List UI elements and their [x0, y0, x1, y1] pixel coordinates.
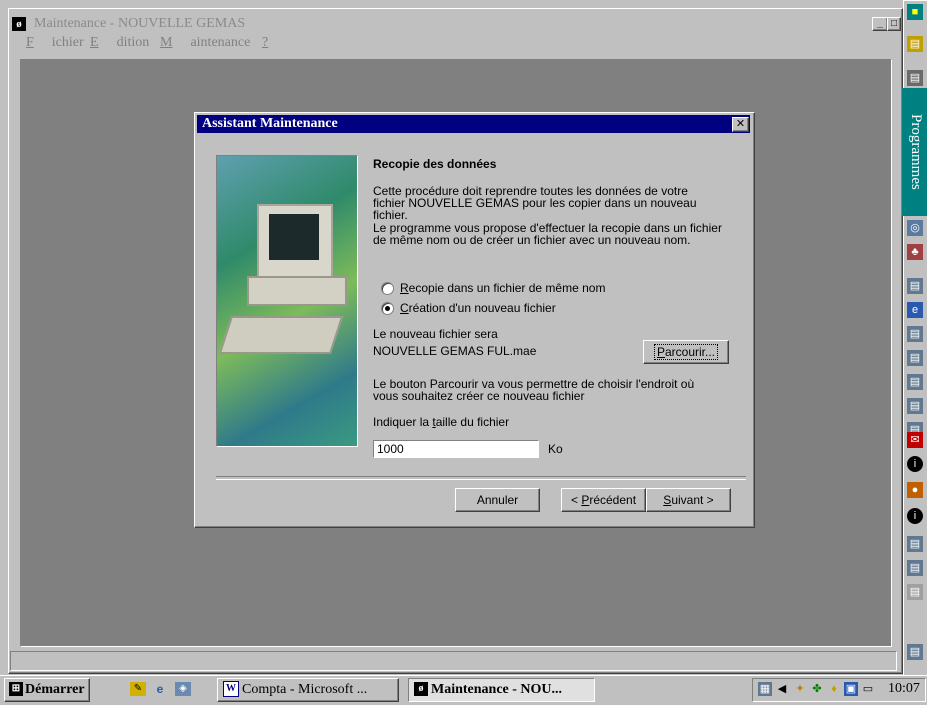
app-shortcut-icon[interactable]: ▤	[907, 374, 923, 390]
app-icon: ø	[414, 681, 428, 696]
info-icon[interactable]: i	[907, 456, 923, 472]
file-size-input[interactable]	[373, 440, 539, 458]
status-bar	[10, 651, 897, 671]
monitor-icon[interactable]: ▭	[861, 682, 875, 696]
radio-same-name-label[interactable]: Recopie dans un fichier de même nom	[400, 282, 605, 294]
channels-icon[interactable]: ◈	[175, 682, 191, 696]
mail-icon[interactable]: ✉	[907, 432, 923, 448]
menu-maintenance[interactable]: Maintenance	[160, 35, 268, 51]
app-shortcut-icon[interactable]: ▤	[907, 584, 923, 600]
main-window-title: Maintenance - NOUVELLE GEMAS	[34, 16, 246, 31]
browse-button[interactable]: Parcourir...	[643, 340, 729, 364]
app-shortcut-icon[interactable]: ▤	[907, 560, 923, 576]
next-button[interactable]: Suivant >	[646, 488, 731, 512]
app-shortcut-icon[interactable]: ▤	[907, 398, 923, 414]
folder-icon[interactable]: ▤	[907, 70, 923, 86]
tray-app-icon[interactable]: ✤	[810, 682, 824, 696]
menu-edition[interactable]: Edition	[90, 35, 167, 51]
app-icon[interactable]: ø	[12, 17, 26, 31]
wizard-heading: Recopie des données	[373, 157, 497, 171]
cancel-button[interactable]: Annuler	[455, 488, 540, 512]
programmes-label[interactable]: Programmes	[902, 88, 927, 216]
new-file-label: Le nouveau fichier sera	[373, 327, 498, 341]
info-icon[interactable]: i	[907, 508, 923, 524]
app-shortcut-icon[interactable]: ▤	[907, 350, 923, 366]
menubar: Fichier Edition Maintenance ?	[10, 34, 895, 54]
minimize-button[interactable]: _	[872, 17, 888, 31]
clock[interactable]: 10:07	[888, 681, 920, 697]
radio-new-file-label[interactable]: Création d'un nouveau fichier	[400, 302, 556, 314]
dialog-titlebar[interactable]: Assistant Maintenance	[197, 115, 750, 133]
description-line: fichier.	[373, 208, 408, 222]
dialog-separator	[216, 476, 746, 480]
internet-explorer-icon[interactable]: e	[907, 302, 923, 318]
tray-app-icon[interactable]: ♦	[827, 682, 841, 696]
previous-button[interactable]: < Précédent	[561, 488, 646, 512]
app-shortcut-icon[interactable]: ●	[907, 482, 923, 498]
task-label: Maintenance - NOU...	[431, 682, 563, 697]
app-shortcut-icon[interactable]: ▤	[907, 536, 923, 552]
word-icon: W	[223, 680, 239, 697]
file-size-unit: Ko	[548, 442, 563, 456]
dialog-close-button[interactable]: ✕	[732, 117, 749, 132]
app-shortcut-icon[interactable]: ▤	[907, 278, 923, 294]
radio-new-file[interactable]	[381, 302, 394, 315]
scheduler-icon[interactable]: ✦	[793, 682, 807, 696]
description-line: fichier NOUVELLE GEMAS pour les copier d…	[373, 196, 697, 210]
tray-app-icon[interactable]: ▣	[844, 682, 858, 696]
new-file-name: NOUVELLE GEMAS FUL.mae	[373, 344, 537, 358]
start-button[interactable]: ⊞ Démarrer	[4, 678, 90, 702]
computer-monitor-image	[257, 204, 333, 278]
windows-logo-icon: ⊞	[9, 681, 23, 696]
task-label: Compta - Microsoft ...	[242, 682, 368, 697]
main-titlebar[interactable]: Maintenance - NOUVELLE GEMAS	[10, 14, 895, 34]
office-bar-icon[interactable]: ■	[907, 4, 923, 20]
internet-explorer-icon[interactable]: e	[152, 682, 168, 696]
app-shortcut-icon[interactable]: ♣	[907, 244, 923, 260]
task-compta[interactable]: W Compta - Microsoft ...	[217, 678, 399, 702]
folder-icon[interactable]: ▤	[907, 36, 923, 52]
keyboard-image	[218, 316, 344, 354]
show-desktop-icon[interactable]: ✎	[130, 682, 146, 696]
description-line: de même nom ou de créer un fichier avec …	[373, 233, 691, 247]
wizard-illustration	[216, 155, 358, 447]
network-icon[interactable]: ▦	[758, 682, 772, 696]
start-label: Démarrer	[25, 682, 85, 697]
hint-line: vous souhaitez créer ce nouveau fichier	[373, 389, 585, 403]
app-shortcut-icon[interactable]: ▤	[907, 644, 923, 660]
dialog-title: Assistant Maintenance	[202, 116, 338, 131]
maximize-button[interactable]: □	[887, 17, 901, 31]
computer-case-image	[247, 276, 347, 306]
file-size-label: Indiquer la taille du fichier	[373, 415, 510, 429]
task-maintenance[interactable]: ø Maintenance - NOU...	[408, 678, 595, 702]
volume-icon[interactable]: ◀	[775, 682, 789, 696]
menu-help[interactable]: ?	[262, 35, 268, 51]
find-icon[interactable]: ◎	[907, 220, 923, 236]
radio-same-name[interactable]	[381, 282, 394, 295]
app-shortcut-icon[interactable]: ▤	[907, 326, 923, 342]
